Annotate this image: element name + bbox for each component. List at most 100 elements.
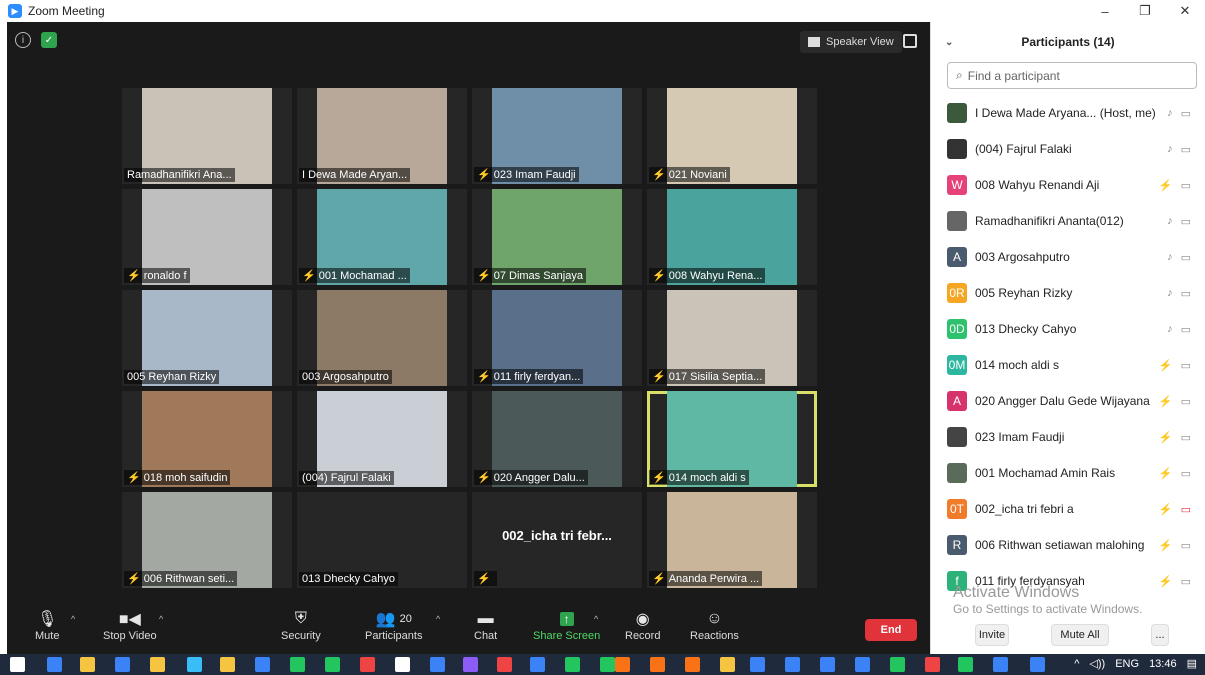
- taskbar-app-icon[interactable]: [150, 657, 165, 672]
- taskbar-app-icon[interactable]: [615, 657, 630, 672]
- participant-row[interactable]: 0D 013 Dhecky Cahyo ♪ ▭: [931, 311, 1205, 347]
- camera-icon[interactable]: ▭: [1181, 575, 1191, 588]
- muted-mic-icon[interactable]: ⚡: [1159, 431, 1173, 444]
- video-tile[interactable]: ⚡ 020 Angger Dalu...: [472, 391, 642, 487]
- video-tile[interactable]: 003 Argosahputro: [297, 290, 467, 386]
- video-tile[interactable]: ⚡ 021 Noviani: [647, 88, 817, 184]
- video-tile[interactable]: ⚡ 008 Wahyu Rena...: [647, 189, 817, 285]
- clock[interactable]: 13:46: [1149, 658, 1177, 670]
- muted-mic-icon[interactable]: ⚡: [1159, 395, 1173, 408]
- camera-icon[interactable]: ▭: [1181, 323, 1191, 336]
- taskbar-app-icon[interactable]: [565, 657, 580, 672]
- camera-icon[interactable]: ▭: [1181, 431, 1191, 444]
- mic-icon[interactable]: ♪: [1167, 215, 1173, 228]
- muted-mic-icon[interactable]: ⚡: [1159, 503, 1173, 516]
- video-tile[interactable]: I Dewa Made Aryan...: [297, 88, 467, 184]
- camera-icon[interactable]: ▭: [1181, 215, 1191, 228]
- taskbar-app-icon[interactable]: [650, 657, 665, 672]
- reactions-button[interactable]: ☺ Reactions: [690, 608, 739, 642]
- notifications-icon[interactable]: ▤: [1187, 657, 1197, 670]
- participants-options-caret-icon[interactable]: ^: [436, 614, 440, 624]
- video-tile[interactable]: ⚡ 023 Imam Faudji: [472, 88, 642, 184]
- participant-row[interactable]: 0T 002_icha tri febri a ⚡ ▭: [931, 491, 1205, 527]
- speaker-view-button[interactable]: Speaker View: [800, 31, 902, 53]
- maximize-button[interactable]: ❐: [1125, 0, 1165, 22]
- camera-icon[interactable]: ▭: [1181, 251, 1191, 264]
- participant-row[interactable]: 001 Mochamad Amin Rais ⚡ ▭: [931, 455, 1205, 491]
- taskbar-app-icon[interactable]: [855, 657, 870, 672]
- participant-row[interactable]: 0M 014 moch aldi s ⚡ ▭: [931, 347, 1205, 383]
- participant-row[interactable]: A 003 Argosahputro ♪ ▭: [931, 239, 1205, 275]
- taskbar-app-icon[interactable]: [463, 657, 478, 672]
- fullscreen-icon[interactable]: [903, 34, 917, 48]
- taskbar-app-icon[interactable]: [430, 657, 445, 672]
- taskbar-app-icon[interactable]: [80, 657, 95, 672]
- camera-icon[interactable]: ▭: [1181, 107, 1191, 120]
- taskbar-app-icon[interactable]: [993, 657, 1008, 672]
- camera-icon[interactable]: ▭: [1181, 179, 1191, 192]
- muted-mic-icon[interactable]: ⚡: [1159, 575, 1173, 588]
- mic-icon[interactable]: ♪: [1167, 287, 1173, 300]
- share-screen-button[interactable]: ↑ Share Screen: [533, 608, 600, 642]
- video-tile[interactable]: ⚡ 001 Mochamad ...: [297, 189, 467, 285]
- participant-row[interactable]: A 020 Angger Dalu Gede Wijayana ⚡ ▭: [931, 383, 1205, 419]
- camera-icon[interactable]: ▭: [1181, 359, 1191, 372]
- record-button[interactable]: ◉ Record: [625, 608, 660, 642]
- taskbar-app-icon[interactable]: [290, 657, 305, 672]
- taskbar-app-icon[interactable]: [187, 657, 202, 672]
- camera-icon[interactable]: ▭: [1181, 539, 1191, 552]
- language-indicator[interactable]: ENG: [1115, 658, 1139, 670]
- video-tile[interactable]: ⚡ Ananda Perwira ...: [647, 492, 817, 588]
- collapse-chevron-icon[interactable]: ⌄: [945, 37, 953, 48]
- invite-button[interactable]: Invite: [975, 624, 1009, 646]
- taskbar-app-icon[interactable]: [220, 657, 235, 672]
- muted-mic-icon[interactable]: ⚡: [1159, 359, 1173, 372]
- participant-row[interactable]: (004) Fajrul Falaki ♪ ▭: [931, 131, 1205, 167]
- taskbar-app-icon[interactable]: [255, 657, 270, 672]
- close-window-button[interactable]: ✕: [1165, 0, 1205, 22]
- taskbar-app-icon[interactable]: [10, 657, 25, 672]
- camera-icon[interactable]: ▭: [1181, 467, 1191, 480]
- taskbar-app-icon[interactable]: [890, 657, 905, 672]
- end-meeting-button[interactable]: End: [865, 619, 917, 641]
- muted-mic-icon[interactable]: ⚡: [1159, 467, 1173, 480]
- audio-options-caret-icon[interactable]: ^: [71, 614, 75, 624]
- video-tile[interactable]: 002_icha tri febr... ⚡: [472, 492, 642, 588]
- volume-icon[interactable]: ◁)): [1089, 657, 1105, 670]
- video-tile[interactable]: ⚡ 018 moh saifudin: [122, 391, 292, 487]
- taskbar-app-icon[interactable]: [1030, 657, 1045, 672]
- taskbar-app-icon[interactable]: [685, 657, 700, 672]
- video-tile[interactable]: (004) Fajrul Falaki: [297, 391, 467, 487]
- participant-row[interactable]: I Dewa Made Aryana... (Host, me) ♪ ▭: [931, 95, 1205, 131]
- taskbar-app-icon[interactable]: [47, 657, 62, 672]
- mic-icon[interactable]: ♪: [1167, 107, 1173, 120]
- muted-mic-icon[interactable]: ⚡: [1159, 179, 1173, 192]
- participant-row[interactable]: R 006 Rithwan setiawan malohing ⚡ ▭: [931, 527, 1205, 563]
- participant-row[interactable]: W 008 Wahyu Renandi Aji ⚡ ▭: [931, 167, 1205, 203]
- stop-video-button[interactable]: ■◀ Stop Video: [103, 608, 157, 642]
- video-tile[interactable]: ⚡ ronaldo f: [122, 189, 292, 285]
- video-tile[interactable]: ⚡ 07 Dimas Sanjaya: [472, 189, 642, 285]
- video-tile[interactable]: 005 Reyhan Rizky: [122, 290, 292, 386]
- muted-mic-icon[interactable]: ⚡: [1159, 539, 1173, 552]
- video-tile[interactable]: ⚡ 017 Sisilia Septia...: [647, 290, 817, 386]
- mic-icon[interactable]: ♪: [1167, 251, 1173, 264]
- video-tile[interactable]: Ramadhanifikri Ana...: [122, 88, 292, 184]
- participant-row[interactable]: Ramadhanifikri Ananta(012) ♪ ▭: [931, 203, 1205, 239]
- encryption-shield-icon[interactable]: ✓: [41, 32, 57, 48]
- taskbar-app-icon[interactable]: [720, 657, 735, 672]
- security-button[interactable]: ⛨ Security: [281, 608, 321, 642]
- video-tile[interactable]: ⚡ 014 moch aldi s: [647, 391, 817, 487]
- taskbar-app-icon[interactable]: [395, 657, 410, 672]
- mute-button[interactable]: 🎙 Mute: [35, 608, 59, 642]
- camera-icon[interactable]: ▭: [1181, 287, 1191, 300]
- taskbar-app-icon[interactable]: [530, 657, 545, 672]
- taskbar-app-icon[interactable]: [600, 657, 615, 672]
- mic-icon[interactable]: ♪: [1167, 323, 1173, 336]
- participant-row[interactable]: 023 Imam Faudji ⚡ ▭: [931, 419, 1205, 455]
- mic-icon[interactable]: ♪: [1167, 143, 1173, 156]
- taskbar-app-icon[interactable]: [325, 657, 340, 672]
- camera-icon[interactable]: ▭: [1181, 143, 1191, 156]
- taskbar-app-icon[interactable]: [360, 657, 375, 672]
- taskbar-app-icon[interactable]: [925, 657, 940, 672]
